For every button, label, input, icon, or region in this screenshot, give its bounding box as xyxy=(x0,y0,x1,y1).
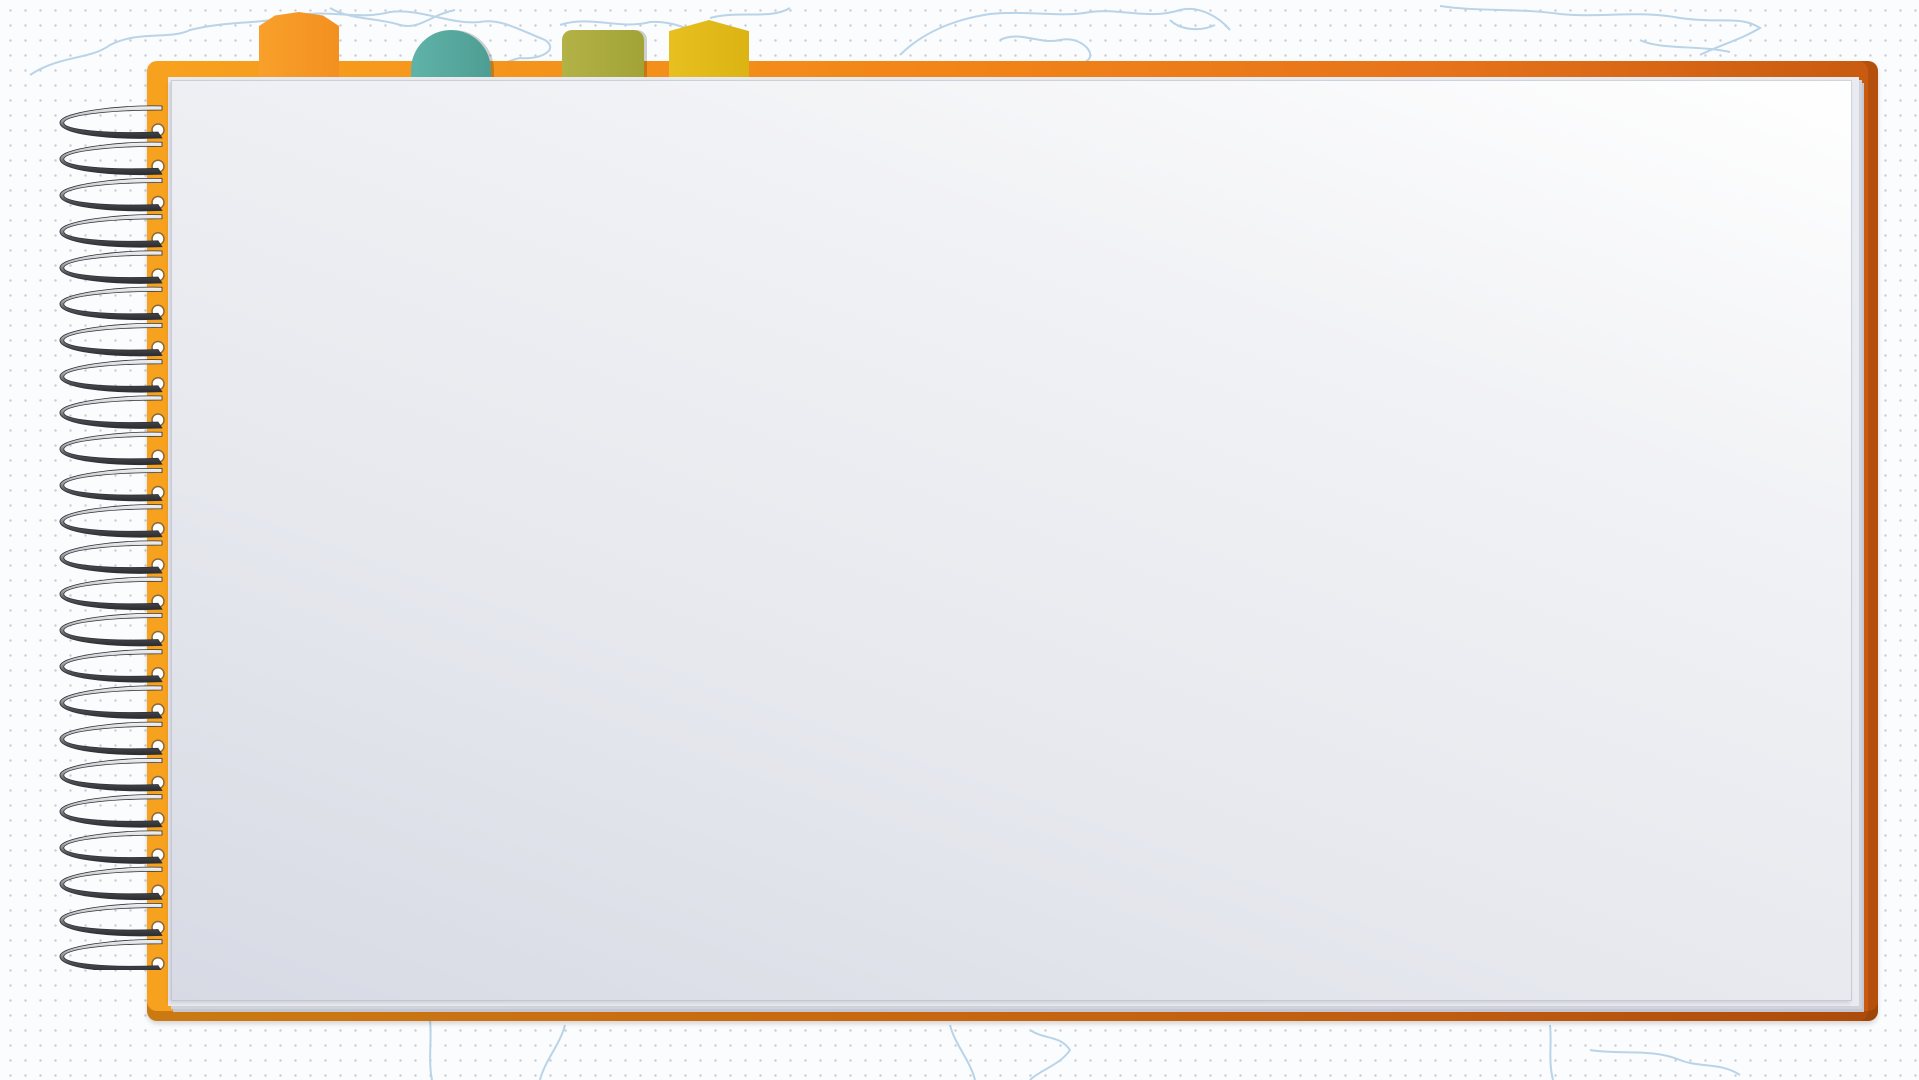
spiral-ring xyxy=(59,250,165,284)
spiral-ring xyxy=(59,323,165,357)
spiral-ring xyxy=(59,866,165,900)
spiral-ring xyxy=(59,468,165,502)
spiral-ring xyxy=(59,286,165,320)
spiral-ring xyxy=(59,178,165,212)
spiral-ring xyxy=(59,830,165,864)
spiral-ring xyxy=(59,794,165,828)
spiral-ring xyxy=(59,613,165,647)
spiral-ring xyxy=(59,214,165,248)
spiral-ring xyxy=(59,576,165,610)
spiral-ring xyxy=(59,649,165,683)
spiral-ring xyxy=(59,939,165,970)
spiral-ring xyxy=(59,431,165,465)
spiral-binding xyxy=(59,105,165,970)
slide-background xyxy=(0,0,1919,1080)
olive-tab[interactable] xyxy=(562,30,644,82)
spiral-ring xyxy=(59,685,165,719)
spiral-ring xyxy=(59,105,165,139)
spiral-ring xyxy=(59,903,165,937)
orange-tab[interactable] xyxy=(259,12,339,82)
notebook-page xyxy=(171,80,1852,1001)
spiral-ring xyxy=(59,504,165,538)
spiral-ring xyxy=(59,540,165,574)
spiral-ring xyxy=(59,359,165,393)
spiral-ring xyxy=(59,141,165,175)
spiral-ring xyxy=(59,758,165,792)
spiral-ring xyxy=(59,395,165,429)
yellow-tab[interactable] xyxy=(669,20,749,82)
spiral-ring xyxy=(59,721,165,755)
